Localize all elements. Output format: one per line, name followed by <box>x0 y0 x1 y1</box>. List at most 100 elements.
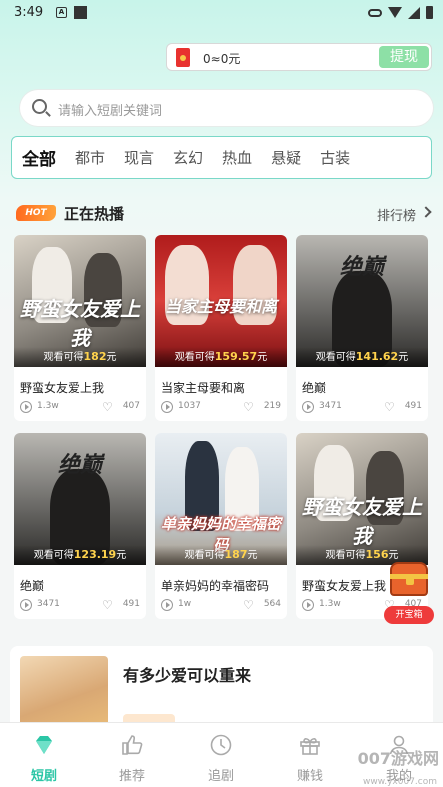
drama-poster[interactable]: 单亲妈妈的幸福密码 观看可得187元 <box>155 433 287 565</box>
notification-a-icon: A <box>56 7 67 18</box>
tab-costume[interactable]: 古装 <box>320 147 350 168</box>
hot-badge-icon: HOT <box>16 205 56 221</box>
nav-item-recommend[interactable]: 推荐 <box>88 723 176 787</box>
like-count: 491 <box>404 401 422 411</box>
chevron-right-icon[interactable] <box>420 206 432 218</box>
like-count: 564 <box>263 599 281 609</box>
hot-section-header: HOT 正在热播 排行榜 <box>14 200 432 226</box>
drama-title[interactable]: 当家主母要和离 <box>161 379 245 396</box>
watermark: 007游戏网 <box>357 749 439 768</box>
view-count: 1.3w <box>37 401 59 411</box>
earn-banner: 观看可得141.62元 <box>296 347 428 367</box>
play-count-icon <box>161 599 173 611</box>
play-count-icon <box>20 401 32 413</box>
diamond-icon <box>36 736 52 754</box>
view-count: 1w <box>178 599 192 609</box>
drama-title[interactable]: 绝巅 <box>20 577 44 594</box>
watermark-url: www.yx007.com <box>362 777 437 787</box>
nav-item-drama[interactable]: 短剧 <box>0 723 88 787</box>
play-count-icon <box>161 401 173 413</box>
heart-icon: ♡ <box>102 598 113 612</box>
red-envelope-icon <box>176 48 190 67</box>
drama-stats: 3471 ♡ 491 <box>20 599 140 613</box>
drama-card[interactable]: 绝巅 观看可得141.62元 绝巅 3471 ♡ 491 <box>296 235 428 421</box>
play-count-icon <box>20 599 32 611</box>
section-title: 正在热播 <box>64 205 125 223</box>
view-count: 3471 <box>37 599 60 609</box>
nav-label: 追剧 <box>207 769 234 784</box>
reward-balance: 0≈0元 提现 <box>166 43 432 71</box>
drama-card[interactable]: 单亲妈妈的幸福密码 观看可得187元 单亲妈妈的幸福密码 1w ♡ 564 <box>155 433 287 619</box>
earn-amount: 187 <box>224 548 248 561</box>
nav-item-follow[interactable]: 追剧 <box>177 723 265 787</box>
featured-drama-title[interactable]: 有多少爱可以重来 <box>123 662 251 686</box>
drama-title[interactable]: 野蛮女友爱上我 <box>20 379 104 396</box>
search-input[interactable]: 请输入短剧关键词 <box>20 90 433 126</box>
heart-icon: ♡ <box>243 400 254 414</box>
view-count: 1037 <box>178 401 201 411</box>
poster-title-art: 当家主母要和离 <box>164 297 277 316</box>
signal-icon <box>408 6 420 19</box>
withdraw-button[interactable]: 提现 <box>379 46 429 68</box>
earn-amount: 159.57 <box>214 350 258 363</box>
treasure-label: 开宝箱 <box>384 606 434 624</box>
drama-poster[interactable]: 野蛮女友爱上我 观看可得156元 <box>296 433 428 565</box>
drama-stats: 3471 ♡ 491 <box>302 401 422 415</box>
tab-modern-romance[interactable]: 现言 <box>124 147 154 168</box>
like-count: 407 <box>122 401 140 411</box>
earn-amount: 123.19 <box>73 548 117 561</box>
drama-poster[interactable]: 野蛮女友爱上我 观看可得182元 <box>14 235 146 367</box>
wifi-icon <box>388 7 402 18</box>
drama-stats: 1037 ♡ 219 <box>161 401 281 415</box>
earn-amount: 182 <box>83 350 107 363</box>
drama-title[interactable]: 野蛮女友爱上我 <box>302 577 386 594</box>
drama-title[interactable]: 单亲妈妈的幸福密码 <box>161 577 269 594</box>
earn-banner: 观看可得182元 <box>14 347 146 367</box>
drama-card[interactable]: 绝巅 观看可得123.19元 绝巅 3471 ♡ 491 <box>14 433 146 619</box>
search-icon <box>32 99 47 114</box>
drama-poster[interactable]: 绝巅 观看可得141.62元 <box>296 235 428 367</box>
treasure-chest-button[interactable]: 开宝箱 <box>384 560 434 626</box>
vpn-key-icon <box>368 8 382 17</box>
play-count-icon <box>302 401 314 413</box>
nav-item-earn[interactable]: 赚钱 <box>266 723 354 787</box>
ranking-link[interactable]: 排行榜 <box>377 205 416 224</box>
drama-stats: 1.3w ♡ 407 <box>20 401 140 415</box>
tab-all[interactable]: 全部 <box>22 145 56 170</box>
drama-title[interactable]: 绝巅 <box>302 379 326 396</box>
clock-icon <box>210 734 232 756</box>
view-count: 1.3w <box>319 599 341 609</box>
poster-title-art: 绝巅 <box>57 452 102 478</box>
tab-mystery[interactable]: 悬疑 <box>271 147 301 168</box>
heart-icon: ♡ <box>384 400 395 414</box>
treasure-chest-icon <box>390 562 428 596</box>
gift-icon <box>300 738 320 755</box>
drama-poster[interactable]: 绝巅 观看可得123.19元 <box>14 433 146 565</box>
status-bar: 3:49 A <box>0 0 443 26</box>
bottom-nav: 短剧 推荐 追剧 赚钱 我的 007游戏网 www.yx007.com <box>0 722 443 787</box>
nav-label: 赚钱 <box>296 769 323 784</box>
tab-fantasy[interactable]: 玄幻 <box>173 147 203 168</box>
nav-label: 短剧 <box>30 769 57 784</box>
status-time: 3:49 <box>14 5 44 20</box>
nav-label: 推荐 <box>118 769 145 784</box>
status-icons <box>368 6 433 19</box>
drama-card[interactable]: 当家主母要和离 观看可得159.57元 当家主母要和离 1037 ♡ 219 <box>155 235 287 421</box>
poster-title-art: 绝巅 <box>339 254 384 280</box>
view-count: 3471 <box>319 401 342 411</box>
search-placeholder: 请输入短剧关键词 <box>58 104 163 119</box>
tab-urban[interactable]: 都市 <box>75 147 105 168</box>
play-count-icon <box>302 599 314 611</box>
poster-title-art: 野蛮女友爱上我 <box>302 495 422 548</box>
poster-title-art: 野蛮女友爱上我 <box>20 297 140 350</box>
category-tabs: 全部 都市 现言 玄幻 热血 悬疑 古装 <box>11 136 432 179</box>
earn-banner: 观看可得187元 <box>155 545 287 565</box>
notification-square-icon <box>74 6 87 19</box>
like-count: 219 <box>263 401 281 411</box>
heart-icon: ♡ <box>243 598 254 612</box>
earn-banner: 观看可得123.19元 <box>14 545 146 565</box>
like-count: 491 <box>122 599 140 609</box>
drama-poster[interactable]: 当家主母要和离 观看可得159.57元 <box>155 235 287 367</box>
tab-action[interactable]: 热血 <box>222 147 252 168</box>
drama-card[interactable]: 野蛮女友爱上我 观看可得182元 野蛮女友爱上我 1.3w ♡ 407 <box>14 235 146 421</box>
